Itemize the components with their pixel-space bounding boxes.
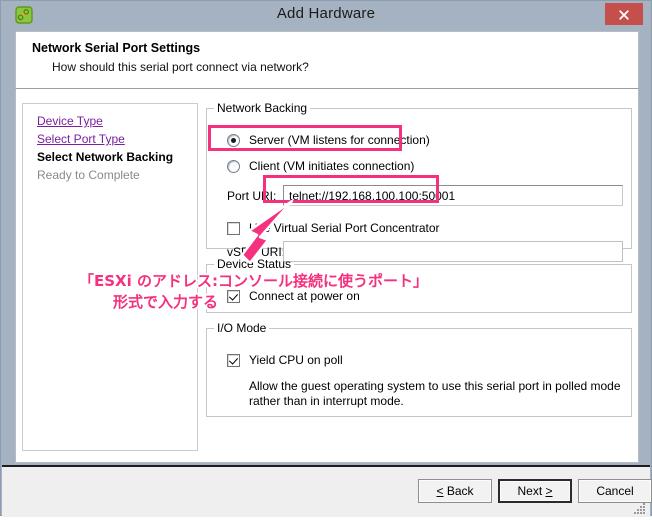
sidebar-item-select-port-type[interactable]: Select Port Type xyxy=(37,132,125,146)
page-subtitle: How should this serial port connect via … xyxy=(52,60,309,74)
yield-cpu-label: Yield CPU on poll xyxy=(249,353,343,367)
close-icon[interactable] xyxy=(605,3,643,25)
io-mode-group: I/O Mode Yield CPU on poll Allow the gue… xyxy=(206,321,632,417)
connect-at-power-on-label: Connect at power on xyxy=(249,289,360,303)
header-panel: Network Serial Port Settings How should … xyxy=(15,31,639,89)
footer-bar: < Back Next > Cancel xyxy=(2,465,652,517)
yield-cpu-checkbox[interactable] xyxy=(227,353,240,367)
client-radio-row[interactable]: Client (VM initiates connection) xyxy=(227,159,414,173)
device-status-legend: Device Status xyxy=(217,257,292,271)
vspc-checkbox-row[interactable]: Use Virtual Serial Port Concentrator xyxy=(227,221,440,235)
io-mode-legend: I/O Mode xyxy=(217,321,267,335)
connect-at-power-on-checkbox[interactable] xyxy=(227,289,240,303)
add-hardware-window: Add Hardware Network Serial Port Setting… xyxy=(0,0,652,517)
client-radio[interactable] xyxy=(227,159,240,173)
io-mode-description-line2: rather than in interrupt mode. xyxy=(249,394,404,408)
sidebar-item-ready-to-complete: Ready to Complete xyxy=(37,168,140,182)
device-status-group: Device Status Connect at power on xyxy=(206,257,632,313)
network-backing-legend: Network Backing xyxy=(217,101,308,115)
sidebar-item-select-network-backing[interactable]: Select Network Backing xyxy=(37,150,173,164)
body-panel: Device Type Select Port Type Select Netw… xyxy=(15,89,639,463)
back-button[interactable]: < Back xyxy=(418,479,492,503)
server-radio-label: Server (VM listens for connection) xyxy=(249,133,430,147)
port-uri-input[interactable] xyxy=(283,185,623,206)
page-title: Network Serial Port Settings xyxy=(32,41,201,55)
connect-at-power-on-row[interactable]: Connect at power on xyxy=(227,289,360,303)
resize-grip-icon[interactable] xyxy=(631,499,647,515)
io-mode-description-line1: Allow the guest operating system to use … xyxy=(249,379,621,393)
client-radio-label: Client (VM initiates connection) xyxy=(249,159,415,173)
sidebar-item-device-type[interactable]: Device Type xyxy=(37,114,103,128)
server-radio[interactable] xyxy=(227,133,240,147)
titlebar: Add Hardware xyxy=(1,1,651,29)
server-radio-row[interactable]: Server (VM listens for connection) xyxy=(227,133,430,147)
network-backing-group: Network Backing Server (VM listens for c… xyxy=(206,101,632,262)
yield-cpu-row[interactable]: Yield CPU on poll xyxy=(227,353,343,367)
vspc-checkbox-label: Use Virtual Serial Port Concentrator xyxy=(249,221,440,235)
port-uri-label: Port URI: xyxy=(227,189,277,203)
wizard-steps-sidebar: Device Type Select Port Type Select Netw… xyxy=(22,103,198,451)
vspc-checkbox[interactable] xyxy=(227,221,240,235)
next-button[interactable]: Next > xyxy=(498,479,572,503)
window-title: Add Hardware xyxy=(276,5,376,22)
settings-column: Network Backing Server (VM listens for c… xyxy=(206,97,632,455)
